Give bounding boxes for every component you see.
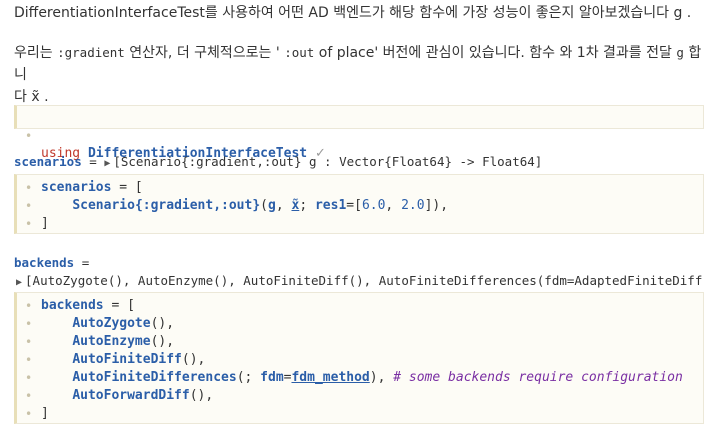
code-cell-backends[interactable]: • backends = [ • AutoZygote(), • AutoEnzy…: [14, 292, 704, 424]
code-text: (: [260, 198, 268, 213]
cell-gutter-dot: •: [25, 129, 33, 143]
cell-gutter-dot: •: [25, 181, 33, 195]
cell-output-scenarios: scenarios = ▶ [Scenario{:gradient,:out} g…: [14, 154, 704, 169]
code-text: ]: [41, 216, 49, 231]
identifier: scenarios: [41, 180, 112, 195]
paragraph-text: 우리는: [14, 45, 58, 61]
cell-gutter-dot: •: [25, 353, 33, 367]
inline-code: :out: [284, 45, 315, 60]
code-comment: # some backends require configuration: [393, 370, 683, 385]
output-value: [Scenario{:gradient,:out} g : Vector{Flo…: [113, 154, 543, 169]
keyword-argument: res1: [314, 198, 347, 213]
code-text: = [: [111, 180, 143, 195]
cell-output-backends: ▶ [AutoZygote(), AutoEnzyme(), AutoFinite…: [16, 273, 704, 288]
code-text: ,: [275, 198, 292, 213]
inline-code: :gradient: [57, 45, 125, 60]
code-text: ]: [41, 406, 49, 421]
backend-name: AutoFiniteDifferences: [72, 370, 237, 385]
backend-name: AutoEnzyme: [72, 334, 151, 349]
paragraph-text: DifferentiationInterfaceTest를 사용하여 어떤 AD…: [14, 5, 692, 21]
identifier: backends: [41, 298, 104, 313]
expand-triangle-icon[interactable]: ▶: [16, 277, 22, 288]
inline-code: g: [676, 45, 684, 60]
keyword-argument: fdm: [260, 370, 284, 385]
backend-name: AutoForwardDiff: [72, 388, 190, 403]
cell-output-backends-label: backends =: [14, 255, 704, 270]
variable-link[interactable]: fdm_method: [291, 370, 369, 385]
code-text: ]),: [424, 198, 449, 213]
paragraph-text: 연산자, 더 구체적으로는 ': [124, 45, 285, 61]
cell-gutter-dot: •: [25, 317, 33, 331]
paragraph-text: of place' 버전에 관심이 있습니다. 함수 와 1차 결과를 전달: [314, 45, 677, 61]
code-text: ;: [299, 198, 315, 213]
number-literal: 6.0: [361, 198, 386, 213]
output-equals: =: [74, 255, 90, 270]
markdown-paragraph-intro: DifferentiationInterfaceTest를 사용하여 어떤 AD…: [14, 2, 704, 24]
backend-name: AutoFiniteDiff: [72, 352, 182, 367]
output-value: [AutoZygote(), AutoEnzyme(), AutoFiniteD…: [25, 273, 703, 288]
type-name: Scenario: [72, 198, 135, 213]
cell-gutter-dot: •: [25, 389, 33, 403]
code-text: = [: [103, 298, 135, 313]
backend-name: AutoZygote: [72, 316, 151, 331]
cell-gutter-dot: •: [25, 299, 33, 313]
type-params: {:gradient,:out}: [134, 198, 261, 213]
markdown-paragraph-gradient: 우리는 :gradient 연산자, 더 구체적으로는 ' :out of pl…: [14, 42, 704, 108]
expand-triangle-icon[interactable]: ▶: [104, 158, 110, 169]
cell-gutter-dot: •: [25, 371, 33, 385]
code-text: ,: [385, 198, 402, 213]
cell-gutter-dot: •: [25, 335, 33, 349]
cell-gutter-dot: •: [25, 217, 33, 231]
cell-gutter-dot: •: [25, 407, 33, 421]
output-variable-name: scenarios: [14, 154, 82, 169]
output-variable-name: backends: [14, 255, 75, 270]
number-literal: 2.0: [401, 198, 425, 213]
cell-gutter-dot: •: [25, 199, 33, 213]
code-cell-using[interactable]: • using DifferentiationInterfaceTest ✓: [14, 105, 704, 161]
code-cell-scenarios[interactable]: • scenarios = [ • Scenario{:gradient,:out…: [14, 174, 704, 234]
output-equals: =: [81, 154, 105, 169]
paragraph-text: 다 x̃ .: [14, 89, 49, 105]
code-text: =[: [346, 198, 362, 213]
variable-link[interactable]: g: [268, 198, 276, 213]
